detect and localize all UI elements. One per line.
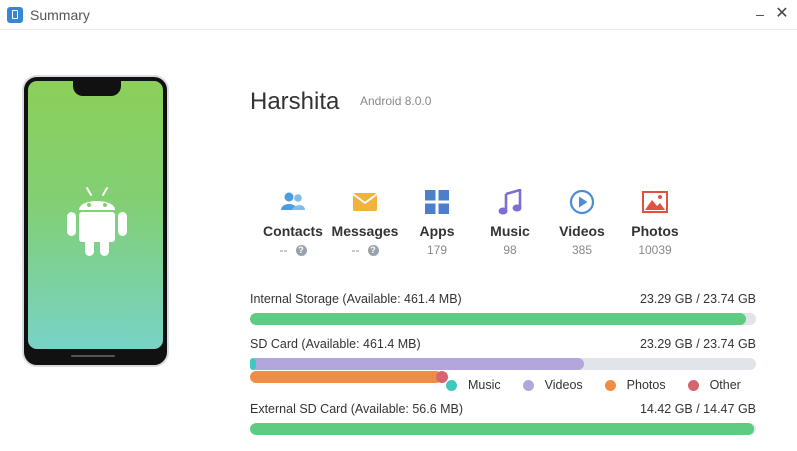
external-sd-label: External SD Card (Available: 56.6 MB) xyxy=(250,402,464,416)
legend-label: Other xyxy=(709,378,741,392)
legend-label: Music xyxy=(468,378,501,392)
photos-icon xyxy=(642,191,668,213)
legend-dot xyxy=(687,379,699,391)
stat-label: Apps xyxy=(419,223,455,239)
internal-storage-bar xyxy=(250,313,756,325)
device-os-version: Android 8.0.0 xyxy=(360,94,432,108)
external-sd-bar xyxy=(250,423,756,435)
stat-value: -- xyxy=(351,243,360,257)
legend-item: Other xyxy=(687,378,741,392)
phone-app-icon xyxy=(7,7,23,23)
phone-screen xyxy=(28,81,163,349)
window-title: Summary xyxy=(30,7,90,23)
sd-card-label: SD Card (Available: 461.4 MB) xyxy=(250,337,421,351)
sd-photos-segment xyxy=(250,371,442,383)
messages-icon xyxy=(352,193,378,211)
videos-icon xyxy=(569,189,595,215)
internal-storage-fill xyxy=(250,313,746,325)
stat-label: Music xyxy=(490,223,530,239)
help-icon[interactable]: ? xyxy=(367,245,379,257)
device-name: Harshita xyxy=(250,88,340,115)
phone-notch xyxy=(73,81,121,96)
sd-card-storage: SD Card (Available: 461.4 MB) 23.29 GB /… xyxy=(250,337,756,383)
minimize-button[interactable]: – xyxy=(751,5,769,23)
external-sd-fill xyxy=(250,423,754,435)
sd-card-bar xyxy=(250,358,756,370)
stat-label: Messages xyxy=(331,223,399,239)
legend-dot xyxy=(604,379,616,391)
phone-home-bar xyxy=(71,355,115,357)
legend-label: Photos xyxy=(626,378,666,392)
sd-videos-segment xyxy=(250,358,584,370)
legend-item: Videos xyxy=(522,378,583,392)
apps-icon xyxy=(425,190,449,214)
stat-videos[interactable]: Videos 385 xyxy=(542,188,622,257)
legend-item: Photos xyxy=(604,378,666,392)
phone-illustration xyxy=(22,75,169,367)
sd-card-usage: 23.29 GB / 23.74 GB xyxy=(639,337,756,351)
stat-label: Contacts xyxy=(263,223,323,239)
sd-music-segment xyxy=(250,358,256,370)
legend-dot xyxy=(446,379,457,391)
internal-storage-usage: 23.29 GB / 23.74 GB xyxy=(639,292,756,306)
legend-dot xyxy=(522,379,534,391)
internal-storage: Internal Storage (Available: 461.4 MB) 2… xyxy=(250,292,756,325)
stat-messages[interactable]: Messages --? xyxy=(325,188,405,257)
external-sd-storage: External SD Card (Available: 56.6 MB) 14… xyxy=(250,402,756,435)
legend-label: Videos xyxy=(544,378,583,392)
internal-storage-label: Internal Storage (Available: 461.4 MB) xyxy=(250,292,462,306)
close-button[interactable]: ✕ xyxy=(773,5,791,23)
stat-value: -- xyxy=(279,243,288,257)
stat-value: 385 xyxy=(571,243,593,257)
sd-card-legend: Music Videos Photos Other xyxy=(446,378,763,392)
stat-value: 10039 xyxy=(638,243,672,257)
contacts-icon xyxy=(281,192,305,210)
stat-contacts[interactable]: Contacts --? xyxy=(253,188,333,257)
title-bar: Summary – ✕ xyxy=(0,0,797,30)
stat-value: 98 xyxy=(503,243,517,257)
stat-photos[interactable]: Photos 10039 xyxy=(615,188,695,257)
stat-label: Photos xyxy=(631,223,679,239)
stat-apps[interactable]: Apps 179 xyxy=(397,188,477,257)
stat-music[interactable]: Music 98 xyxy=(470,188,550,257)
android-logo-icon xyxy=(67,187,127,256)
help-icon[interactable]: ? xyxy=(295,245,307,257)
external-sd-usage: 14.42 GB / 14.47 GB xyxy=(639,402,756,416)
legend-item: Music xyxy=(446,378,501,392)
stat-value: 179 xyxy=(426,243,448,257)
stat-label: Videos xyxy=(559,223,605,239)
music-icon xyxy=(498,189,522,215)
